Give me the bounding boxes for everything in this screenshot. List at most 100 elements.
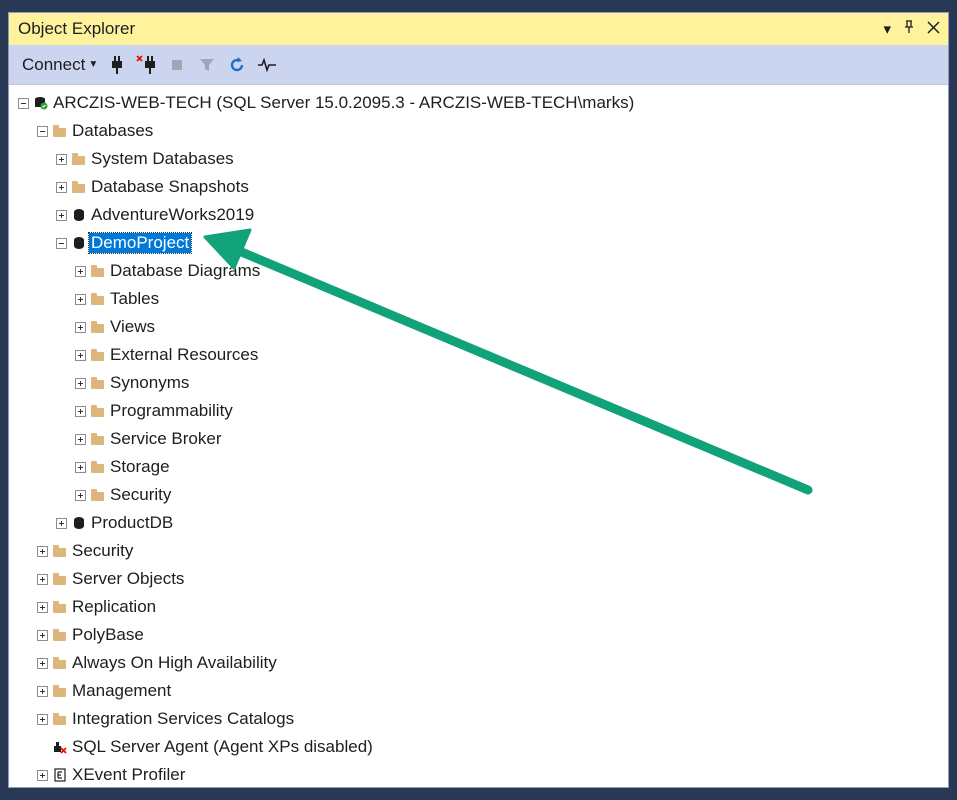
server-connected-icon (33, 96, 48, 110)
expand-toggle[interactable] (37, 545, 48, 557)
tree-node-security[interactable]: Security (37, 537, 133, 565)
tree-node-service-broker[interactable]: Service Broker (75, 425, 221, 453)
disconnect-icon[interactable] (136, 54, 158, 76)
tree-node-management[interactable]: Management (37, 677, 171, 705)
tree-node-system-databases[interactable]: System Databases (56, 145, 234, 173)
title-bar: Object Explorer ▾ (9, 13, 948, 45)
tree-node-external-resources[interactable]: External Resources (75, 341, 258, 369)
collapse-toggle[interactable] (37, 125, 48, 137)
expand-toggle[interactable] (75, 293, 86, 305)
expand-toggle[interactable] (56, 153, 67, 165)
expand-toggle[interactable] (37, 629, 48, 641)
tree-node-integration-services[interactable]: Integration Services Catalogs (37, 705, 294, 733)
tree-node-adventureworks[interactable]: AdventureWorks2019 (56, 201, 254, 229)
connect-label: Connect (22, 54, 86, 74)
tree-node-tables[interactable]: Tables (75, 285, 159, 313)
tree-node-replication[interactable]: Replication (37, 593, 156, 621)
expand-toggle[interactable] (75, 405, 86, 417)
title-actions: ▾ (883, 13, 940, 45)
expand-toggle[interactable] (37, 601, 48, 613)
folder-icon (90, 348, 105, 362)
tables-label: Tables (110, 289, 160, 308)
folder-icon (52, 628, 67, 642)
tree-node-databases[interactable]: Databases (37, 117, 153, 145)
folder-icon (90, 404, 105, 418)
expand-toggle[interactable] (37, 657, 48, 669)
folder-icon (52, 124, 67, 138)
stop-icon (166, 54, 188, 76)
expand-toggle[interactable] (56, 209, 67, 221)
programmability-label: Programmability (110, 401, 233, 420)
tree-node-server[interactable]: ARCZIS-WEB-TECH (SQL Server 15.0.2095.3 … (18, 89, 634, 117)
tree-node-db-security[interactable]: Security (75, 481, 171, 509)
server-objects-label: Server Objects (72, 569, 185, 588)
xevent-profiler-label: XEvent Profiler (72, 765, 186, 784)
expand-toggle[interactable] (75, 265, 86, 277)
db-security-label: Security (110, 485, 172, 504)
expand-toggle[interactable] (37, 573, 48, 585)
security-label: Security (72, 541, 134, 560)
folder-icon (90, 264, 105, 278)
window-position-dropdown-icon[interactable]: ▾ (883, 20, 891, 38)
expand-toggle[interactable] (75, 461, 86, 473)
tree-node-xevent-profiler[interactable]: XEvent Profiler (37, 761, 185, 789)
database-snapshots-label: Database Snapshots (91, 177, 249, 196)
expand-toggle[interactable] (75, 377, 86, 389)
database-diagrams-label: Database Diagrams (110, 261, 261, 280)
expand-toggle[interactable] (75, 349, 86, 361)
demoproject-label: DemoProject (87, 232, 193, 254)
tree-node-storage[interactable]: Storage (75, 453, 170, 481)
synonyms-label: Synonyms (110, 373, 190, 392)
tree-node-demoproject[interactable]: DemoProject (56, 229, 193, 257)
expand-toggle[interactable] (37, 769, 48, 781)
storage-label: Storage (110, 457, 170, 476)
folder-icon (90, 460, 105, 474)
folder-icon (52, 572, 67, 586)
expand-toggle[interactable] (37, 685, 48, 697)
expand-toggle[interactable] (75, 489, 86, 501)
tree-node-database-diagrams[interactable]: Database Diagrams (75, 257, 260, 285)
tree-node-views[interactable]: Views (75, 313, 155, 341)
expand-toggle[interactable] (56, 181, 67, 193)
folder-icon (90, 488, 105, 502)
folder-icon (52, 544, 67, 558)
folder-icon (90, 376, 105, 390)
external-resources-label: External Resources (110, 345, 259, 364)
tree-node-database-snapshots[interactable]: Database Snapshots (56, 173, 249, 201)
tree-node-always-on[interactable]: Always On High Availability (37, 649, 277, 677)
management-label: Management (72, 681, 172, 700)
toolbar: Connect ▼ (9, 45, 948, 85)
collapse-toggle[interactable] (56, 237, 67, 249)
databases-label: Databases (72, 121, 154, 140)
expand-toggle[interactable] (75, 433, 86, 445)
integration-services-label: Integration Services Catalogs (72, 709, 295, 728)
expand-toggle[interactable] (37, 713, 48, 725)
connect-object-explorer-icon[interactable] (106, 54, 128, 76)
folder-icon (52, 600, 67, 614)
database-icon (71, 516, 86, 530)
folder-icon (52, 684, 67, 698)
folder-icon (71, 180, 86, 194)
folder-icon (90, 320, 105, 334)
activity-monitor-icon[interactable] (256, 54, 278, 76)
connect-button[interactable]: Connect ▼ (22, 55, 98, 75)
refresh-icon[interactable] (226, 54, 248, 76)
filter-icon (196, 54, 218, 76)
productdb-label: ProductDB (91, 513, 174, 532)
chevron-down-icon: ▼ (88, 59, 99, 70)
tree-node-polybase[interactable]: PolyBase (37, 621, 144, 649)
pin-icon[interactable] (903, 20, 915, 38)
tree-node-synonyms[interactable]: Synonyms (75, 369, 189, 397)
tree-node-productdb[interactable]: ProductDB (56, 509, 173, 537)
collapse-toggle[interactable] (18, 97, 29, 109)
xevent-profiler-icon (52, 768, 67, 782)
folder-icon (52, 712, 67, 726)
replication-label: Replication (72, 597, 157, 616)
tree-node-server-objects[interactable]: Server Objects (37, 565, 184, 593)
tree-node-sql-agent[interactable]: SQL Server Agent (Agent XPs disabled) (37, 733, 373, 761)
expand-toggle[interactable] (56, 517, 67, 529)
close-icon[interactable] (927, 20, 940, 38)
tree-node-programmability[interactable]: Programmability (75, 397, 233, 425)
expand-toggle[interactable] (75, 321, 86, 333)
folder-icon (52, 656, 67, 670)
